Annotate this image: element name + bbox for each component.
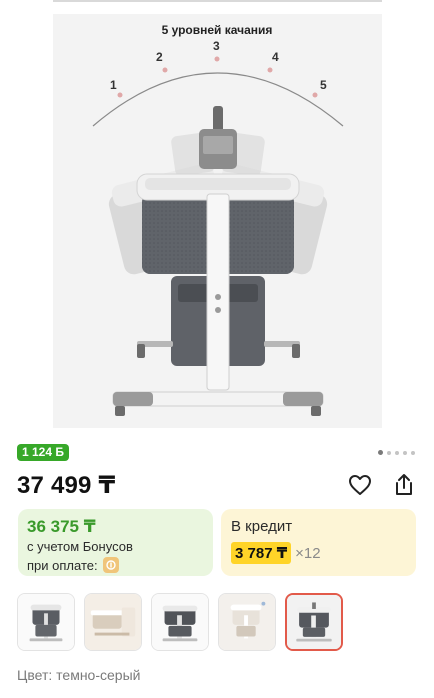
thumbnail-variant-1[interactable] bbox=[17, 593, 75, 651]
coin-icon bbox=[102, 557, 119, 573]
bonus-price-note: с учетом Бонусов bbox=[27, 539, 133, 554]
thumbnail-variant-4[interactable] bbox=[218, 593, 276, 651]
image-top-edge bbox=[53, 0, 382, 2]
bonus-price: 36 375 ₸ bbox=[27, 517, 96, 536]
credit-card[interactable]: В кредит 3 787 ₸ ×12 bbox=[221, 509, 416, 576]
credit-title: В кредит bbox=[231, 518, 293, 535]
color-label: Цвет: темно-серый bbox=[17, 667, 141, 683]
thumbnail-variant-3[interactable] bbox=[151, 593, 209, 651]
level-label-1: 1 bbox=[110, 78, 117, 92]
pagination-dot[interactable] bbox=[411, 450, 415, 455]
pagination-dot[interactable] bbox=[395, 450, 399, 455]
product-gallery[interactable]: 5 уровней качания 1 2 3 4 5 bbox=[0, 0, 434, 428]
bonus-badge: 1 124 Б bbox=[17, 444, 69, 461]
heart-icon bbox=[349, 475, 371, 495]
bonus-payment-row: при оплате: bbox=[27, 557, 119, 573]
level-label-5: 5 bbox=[320, 78, 327, 92]
pagination-dot[interactable] bbox=[387, 450, 391, 455]
image-caption: 5 уровней качания bbox=[162, 23, 273, 37]
share-icon bbox=[396, 474, 412, 495]
bonus-price-card[interactable]: 36 375 ₸ с учетом Бонусов при оплате: bbox=[18, 509, 213, 576]
product-image[interactable]: 5 уровней качания 1 2 3 4 5 bbox=[53, 14, 382, 428]
thumbnail-variant-5[interactable] bbox=[285, 593, 343, 651]
product-price: 37 499 ₸ bbox=[17, 472, 116, 499]
credit-row: 3 787 ₸ ×12 bbox=[231, 542, 321, 564]
crib-illustration: 5 уровней качания 1 2 3 4 5 bbox=[92, 23, 344, 416]
bonus-payment-label: при оплате: bbox=[27, 557, 98, 573]
level-label-4: 4 bbox=[272, 50, 279, 64]
level-label-2: 2 bbox=[156, 50, 163, 64]
pagination-dot[interactable] bbox=[403, 450, 407, 455]
credit-monthly-price: 3 787 ₸ bbox=[231, 542, 292, 564]
thumbnail-variant-2[interactable] bbox=[84, 593, 142, 651]
favorite-button[interactable] bbox=[347, 472, 373, 498]
gallery-pagination[interactable] bbox=[378, 450, 415, 455]
credit-months: ×12 bbox=[295, 544, 321, 562]
variant-thumbnails bbox=[17, 593, 343, 651]
pagination-dot[interactable] bbox=[378, 450, 383, 455]
level-label-3: 3 bbox=[213, 39, 220, 53]
share-button[interactable] bbox=[391, 472, 417, 498]
